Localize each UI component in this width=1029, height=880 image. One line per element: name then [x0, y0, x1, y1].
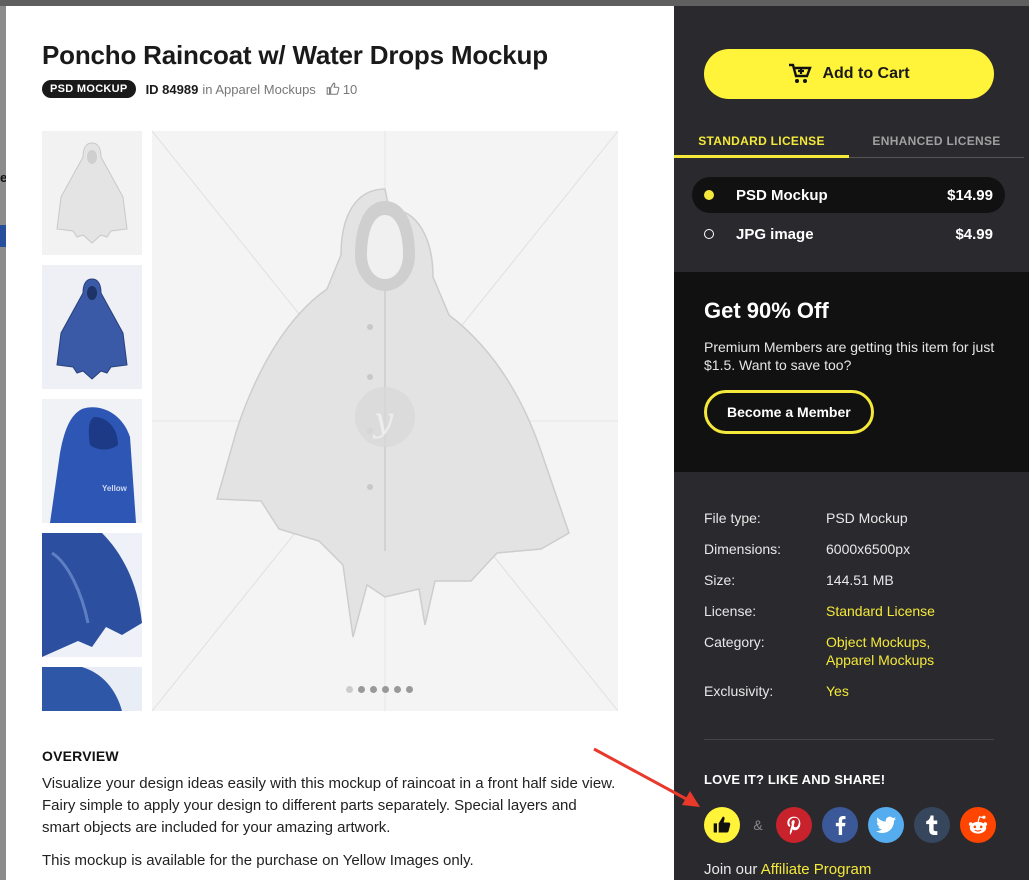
license-link[interactable]: Standard License [826, 602, 935, 620]
carousel-dots [346, 686, 413, 693]
thumbs-up-icon [713, 816, 731, 833]
share-buttons: & [704, 807, 996, 843]
product-modal: Poncho Raincoat w/ Water Drops Mockup PS… [6, 6, 674, 880]
product-title: Poncho Raincoat w/ Water Drops Mockup [42, 40, 548, 70]
main-preview-image[interactable]: y [152, 131, 618, 711]
divider [704, 739, 994, 740]
thumbnail-list: Yellow [42, 131, 142, 721]
option-name: PSD Mockup [736, 186, 828, 204]
carousel-dot[interactable] [394, 686, 401, 693]
cart-icon [789, 63, 813, 83]
thumbnail-5[interactable] [42, 667, 142, 711]
reddit-share-button[interactable] [960, 807, 996, 843]
product-meta: PSD MOCKUP ID 84989 in Apparel Mockups 1… [42, 80, 357, 98]
affiliate-text: Join our Affiliate Program [704, 861, 872, 878]
overview-heading: OVERVIEW [42, 748, 119, 764]
carousel-dot[interactable] [382, 686, 389, 693]
option-name: JPG image [736, 225, 814, 243]
reddit-icon [968, 815, 988, 834]
option-price: $4.99 [955, 225, 993, 243]
in-text: in Apparel Mockups [202, 81, 316, 97]
add-to-cart-label: Add to Cart [822, 65, 910, 82]
add-to-cart-button[interactable]: Add to Cart [704, 49, 994, 99]
product-id: ID 84989 [145, 81, 199, 97]
membership-promo: Get 90% Off Premium Members are getting … [674, 272, 1029, 472]
category-link-apparel[interactable]: Apparel Mockups [826, 651, 934, 669]
detail-row-category: Category: Object Mockups, Apparel Mockup… [704, 633, 935, 669]
overview-text: Visualize your design ideas easily with … [42, 775, 616, 836]
psd-badge[interactable]: PSD MOCKUP [42, 80, 136, 98]
category-link[interactable]: Apparel Mockups [215, 82, 315, 97]
tab-enhanced-license[interactable]: ENHANCED LICENSE [849, 134, 1024, 158]
thumbnail-3[interactable]: Yellow [42, 399, 142, 523]
option-psd-mockup[interactable]: PSD Mockup $14.99 [692, 177, 1005, 213]
carousel-dot[interactable] [406, 686, 413, 693]
detail-row-exclusivity: Exclusivity: Yes [704, 683, 849, 699]
carousel-dot[interactable] [346, 686, 353, 693]
detail-row-license: License: Standard License [704, 602, 935, 620]
thumbs-up-icon [326, 82, 340, 95]
twitter-icon [876, 816, 896, 833]
affiliate-program-link[interactable]: Affiliate Program [761, 861, 872, 878]
pinterest-icon [787, 816, 801, 835]
category-link-object[interactable]: Object Mockups, [826, 633, 934, 651]
share-heading: LOVE IT? LIKE AND SHARE! [704, 772, 886, 787]
thumbnail-4[interactable] [42, 533, 142, 657]
radio-selected-icon [704, 190, 714, 200]
carousel-dot[interactable] [370, 686, 377, 693]
carousel-dot[interactable] [358, 686, 365, 693]
detail-row-size: Size: 144.51 MB [704, 572, 894, 588]
like-count[interactable]: 10 [326, 82, 357, 97]
file-details: File type: PSD Mockup Dimensions: 6000x6… [704, 509, 1004, 713]
detail-row-dimensions: Dimensions: 6000x6500px [704, 541, 911, 557]
thumbnail-1[interactable] [42, 131, 142, 255]
ampersand: & [753, 817, 763, 833]
radio-unselected-icon [704, 229, 714, 239]
twitter-share-button[interactable] [868, 807, 904, 843]
tumblr-share-button[interactable] [914, 807, 950, 843]
thumbnail-2[interactable] [42, 265, 142, 389]
svg-text:Yellow: Yellow [102, 484, 128, 493]
like-button[interactable] [704, 807, 740, 843]
exclusivity-value: Yes [826, 683, 849, 699]
promo-text: Premium Members are getting this item fo… [704, 339, 995, 373]
become-member-button[interactable]: Become a Member [704, 390, 874, 434]
pinterest-share-button[interactable] [776, 807, 812, 843]
purchase-sidebar: Add to Cart STANDARD LICENSE ENHANCED LI… [674, 6, 1029, 880]
option-jpg-image[interactable]: JPG image $4.99 [692, 216, 1005, 252]
tumblr-icon [926, 815, 938, 835]
option-price: $14.99 [947, 186, 993, 204]
detail-row-file-type: File type: PSD Mockup [704, 510, 908, 526]
tab-standard-license[interactable]: STANDARD LICENSE [674, 134, 849, 158]
overview-availability: This mockup is available for the purchas… [42, 852, 474, 869]
facebook-icon [835, 816, 846, 835]
license-tabs: STANDARD LICENSE ENHANCED LICENSE [674, 134, 1029, 158]
promo-heading: Get 90% Off [704, 298, 829, 323]
facebook-share-button[interactable] [822, 807, 858, 843]
svg-text:y: y [372, 400, 394, 440]
